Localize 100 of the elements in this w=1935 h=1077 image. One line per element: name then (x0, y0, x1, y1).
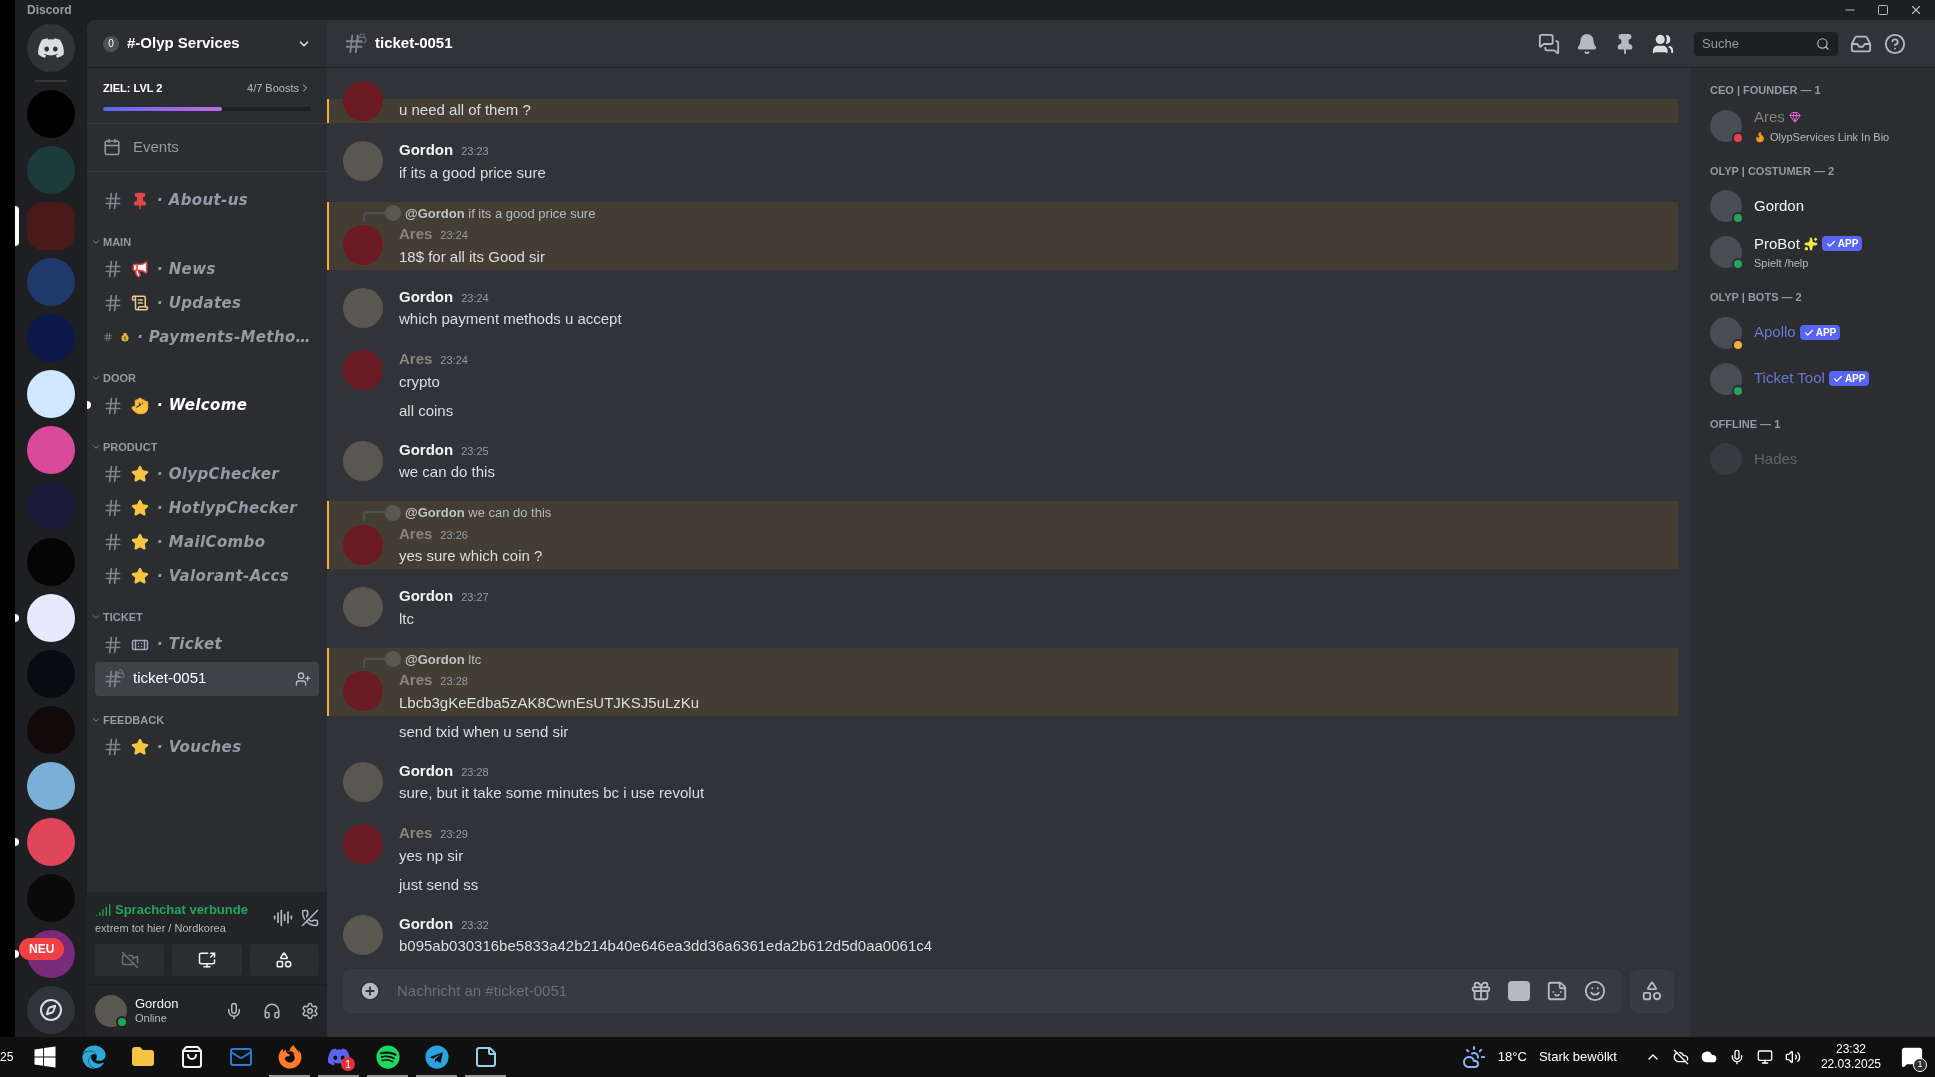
reply-preview[interactable]: @Gordon if its a good price sure (405, 203, 596, 223)
events-link[interactable]: Events (133, 135, 179, 159)
category-header[interactable]: FEEDBACK (103, 711, 165, 728)
threads-icon[interactable] (1538, 32, 1560, 55)
headphones-icon[interactable] (263, 1002, 281, 1020)
member-list-icon[interactable] (1652, 32, 1674, 55)
cloud-off-icon[interactable] (1672, 1049, 1689, 1065)
member-item[interactable]: Ares OlypServices Link In Bio (1698, 102, 1927, 149)
store-bag-icon[interactable] (179, 1045, 204, 1069)
notification-center-icon[interactable] (1901, 1046, 1923, 1068)
search-box[interactable]: Suche (1694, 31, 1838, 56)
sticker-icon[interactable] (1546, 980, 1568, 1002)
server-icon[interactable] (27, 594, 75, 642)
firefox-icon[interactable] (277, 1045, 302, 1069)
emoji-icon[interactable] (1584, 980, 1606, 1002)
explore-button[interactable] (27, 986, 75, 1034)
author-name[interactable]: Gordon (399, 585, 454, 608)
boost-count[interactable]: 4/7 Boosts (247, 80, 299, 97)
spotify-icon[interactable] (375, 1045, 400, 1069)
reply-avatar (385, 504, 401, 521)
reply-preview[interactable]: @Gordon ltc (405, 649, 482, 669)
channel-item[interactable]: ticket-0051 (95, 661, 319, 696)
channel-item[interactable]: · Payments-Metho… (95, 320, 319, 354)
apps-button[interactable] (1630, 969, 1674, 1013)
close-icon[interactable] (1909, 3, 1923, 17)
hash-icon (103, 259, 123, 279)
channel-name: · Valorant-Accs (157, 565, 289, 587)
camera-off-icon (120, 951, 139, 969)
channel-name: · About-us (157, 190, 248, 212)
notepad-icon[interactable] (473, 1045, 498, 1069)
home-button[interactable] (27, 24, 75, 72)
network-icon[interactable] (1756, 1049, 1773, 1065)
member-group-header: OFFLINE — 1 (1709, 416, 1782, 432)
edge-browser-icon[interactable] (81, 1045, 106, 1069)
message-text: b095ab030316be5833a42b214b40e646ea3dd36a6361eda2b612d5d0aa0061c4 (399, 936, 933, 956)
channel-item[interactable]: · About-us (95, 183, 319, 218)
flame-icon (1754, 130, 1766, 143)
weather-icon[interactable] (1461, 1045, 1486, 1069)
author-name[interactable]: Gordon (399, 759, 454, 782)
search-field[interactable]: Suche (1702, 33, 1812, 54)
channel-item[interactable]: · Vouches (95, 730, 319, 764)
folder-icon[interactable] (130, 1045, 155, 1069)
channel-item[interactable]: · Welcome (95, 388, 319, 423)
channel-item[interactable]: · Valorant-Accs (95, 559, 319, 593)
author-name[interactable]: Ares (399, 522, 433, 545)
member-item[interactable]: Ticket Tool APP (1698, 355, 1927, 402)
channel-item[interactable]: · OlypChecker (95, 457, 319, 491)
author-name[interactable]: Ares (399, 223, 433, 246)
mail-icon[interactable] (228, 1045, 253, 1069)
category-header[interactable]: DOOR (103, 370, 136, 387)
message-composer[interactable]: Nachricht an #ticket-0051 (343, 969, 1622, 1013)
author-name[interactable]: Gordon (399, 912, 454, 935)
channel-item[interactable]: · News (95, 252, 319, 286)
telegram-icon[interactable] (424, 1045, 449, 1069)
author-name[interactable]: Gordon (399, 139, 454, 162)
add-member-icon[interactable] (295, 670, 311, 687)
user-avatar[interactable] (95, 995, 127, 1027)
notification-bell-icon[interactable] (1576, 32, 1598, 55)
message-input[interactable]: Nachricht an #ticket-0051 (397, 979, 1454, 1003)
windows-start-icon[interactable] (32, 1045, 57, 1069)
channel-item[interactable]: · Updates (95, 286, 319, 320)
screen-share-button[interactable] (172, 944, 242, 976)
channel-item[interactable]: · Ticket (95, 627, 319, 662)
channel-item[interactable]: · MailCombo (95, 525, 319, 559)
channel-item[interactable]: · HotlypChecker (95, 491, 319, 525)
star-icon (131, 499, 149, 517)
member-name: Gordon (1754, 195, 1805, 216)
gift-icon[interactable] (1470, 980, 1492, 1002)
server-icon[interactable] (27, 762, 75, 810)
member-item[interactable]: Apollo APP (1698, 309, 1927, 356)
member-name: Ares (1754, 107, 1785, 127)
member-item[interactable]: Gordon (1698, 183, 1927, 229)
category-header[interactable]: PRODUCT (103, 438, 158, 455)
upload-plus-icon[interactable] (359, 980, 381, 1002)
category-header[interactable]: MAIN (103, 233, 132, 250)
category-header[interactable]: TICKET (103, 609, 143, 626)
voice-status: Sprachchat verbunde (115, 901, 248, 919)
microphone-icon[interactable] (225, 1002, 243, 1020)
author-name[interactable]: Ares (399, 822, 433, 845)
voice-channel-name[interactable]: extrem tot hier / Nordkorea (95, 919, 248, 936)
disconnect-icon[interactable] (301, 909, 319, 927)
reply-preview[interactable]: @Gordon we can do this (405, 503, 552, 523)
cloud-icon[interactable] (1700, 1049, 1717, 1065)
member-item[interactable]: ProBot APP Spielt /help (1698, 229, 1927, 275)
search-icon[interactable] (1816, 36, 1830, 51)
help-icon[interactable] (1884, 32, 1906, 55)
timestamp: 23:28 (461, 764, 489, 780)
author-name[interactable]: Gordon (399, 285, 454, 308)
author-name[interactable]: Ares (399, 669, 433, 692)
noise-suppression-icon[interactable] (273, 908, 293, 928)
settings-icon[interactable] (301, 1002, 319, 1020)
author-name[interactable]: Gordon (399, 438, 454, 461)
camera-button[interactable] (95, 944, 165, 976)
volume-icon[interactable] (1784, 1049, 1801, 1065)
server-icon[interactable] (27, 370, 75, 418)
maximize-icon[interactable] (1877, 4, 1889, 16)
activities-button[interactable] (249, 944, 319, 976)
author-name[interactable]: Ares (399, 348, 433, 371)
channel-name: · News (157, 258, 216, 280)
gem-icon (1788, 111, 1801, 124)
